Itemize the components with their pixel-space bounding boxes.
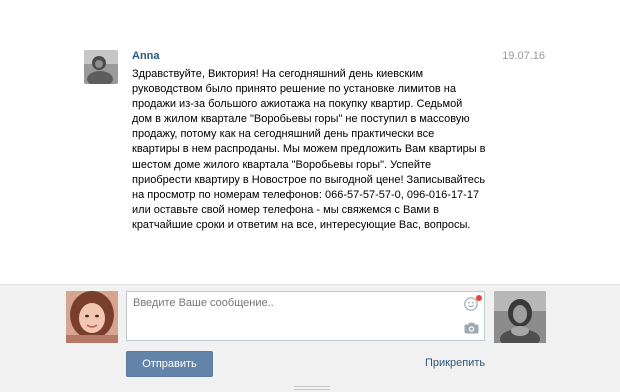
message-text: Здравствуйте, Виктория! На сегодняшний д…	[132, 68, 486, 231]
message-item: Anna 19.07.16 Здравствуйте, Виктория! На…	[0, 0, 620, 284]
message-composer: Отправить Прикрепить	[0, 284, 620, 392]
notification-dot	[476, 295, 482, 301]
message-input[interactable]	[126, 291, 485, 341]
camera-icon[interactable]	[464, 322, 479, 334]
sender-avatar[interactable]	[84, 50, 118, 84]
attach-link[interactable]: Прикрепить	[425, 357, 485, 369]
recipient-avatar[interactable]	[494, 291, 546, 343]
sender-name[interactable]: Anna	[132, 50, 160, 62]
message-date: 19.07.16	[502, 50, 545, 62]
resize-handle[interactable]	[294, 383, 330, 390]
my-avatar[interactable]	[66, 291, 118, 343]
send-button[interactable]: Отправить	[126, 351, 213, 377]
